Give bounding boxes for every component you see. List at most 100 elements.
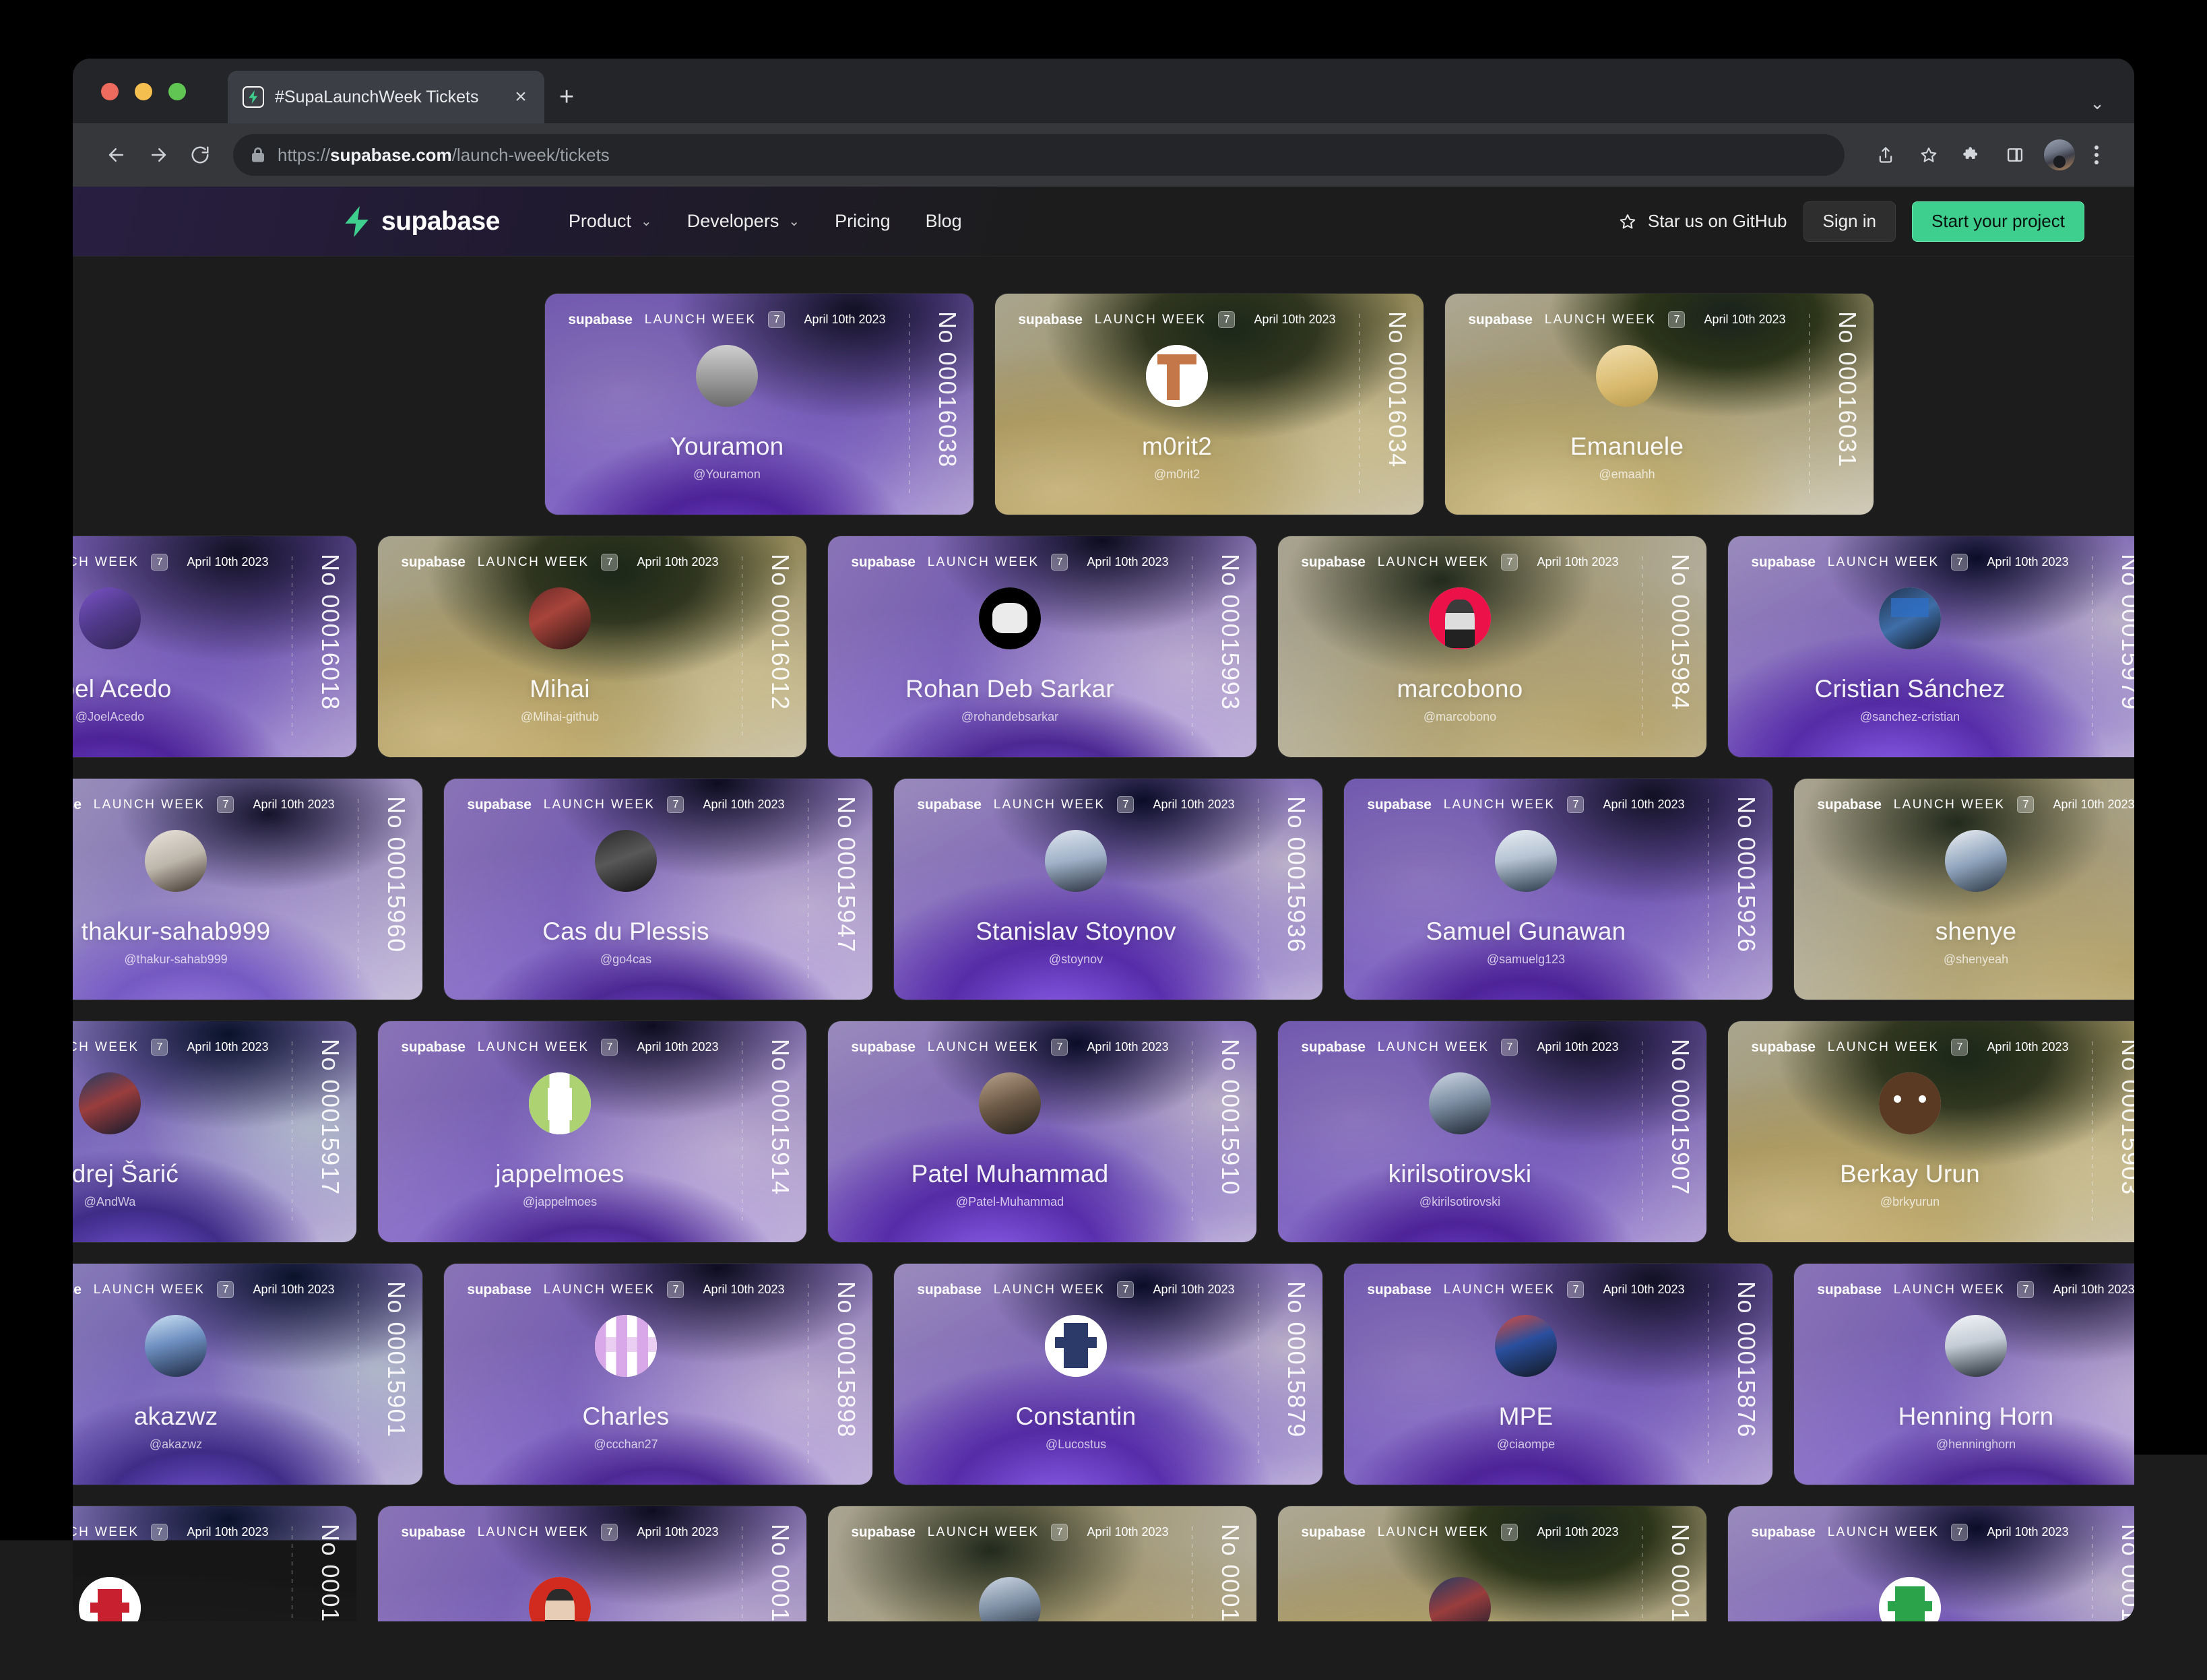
ticket-user-name: Cristian Sánchez bbox=[1815, 676, 2006, 701]
new-tab-button[interactable]: + bbox=[559, 84, 574, 110]
nav-right-actions: Star us on GitHub Sign in Start your pro… bbox=[1618, 201, 2084, 242]
ticket-user-handle: @brkyurun bbox=[1880, 1195, 1940, 1209]
ticket-body: Henning Horn @henninghorn bbox=[1794, 1264, 2134, 1485]
avatar bbox=[1495, 1315, 1557, 1377]
minimize-window-button[interactable] bbox=[135, 83, 152, 100]
ticket-body: Youramon @Youramon bbox=[545, 294, 909, 515]
ticket-body: Emanuele @emaahh bbox=[1445, 294, 1809, 515]
ticket-number: No 00015947 bbox=[832, 796, 860, 953]
nav-item-pricing[interactable]: Pricing bbox=[817, 211, 908, 232]
ticket-number: No 0001 bbox=[2116, 1524, 2134, 1621]
ticket-user-name: Henning Horn bbox=[1898, 1404, 2054, 1429]
ticket-user-handle: @akazwz bbox=[150, 1437, 202, 1452]
avatar bbox=[79, 587, 141, 649]
ticket-card[interactable]: supabaseLAUNCH WEEK7April 10th 2023No 00… bbox=[827, 1506, 1257, 1621]
url-text: https://supabase.com/launch-week/tickets bbox=[278, 145, 610, 166]
reload-icon[interactable] bbox=[179, 134, 221, 176]
ticket-card[interactable]: supabaseLAUNCH WEEK7April 10th 2023akazw… bbox=[73, 1263, 423, 1485]
ticket-card[interactable]: supabaseLAUNCH WEEK7April 10th 2023No 00… bbox=[377, 1506, 807, 1621]
back-arrow-icon[interactable] bbox=[96, 134, 137, 176]
ticket-card[interactable]: supabase LAUNCH WEEK 7 April 10th 2023 Crist… bbox=[1727, 536, 2134, 758]
address-bar[interactable]: https://supabase.com/launch-week/tickets bbox=[233, 134, 1845, 176]
maximize-window-button[interactable] bbox=[168, 83, 186, 100]
browser-tab[interactable]: #SupaLaunchWeek Tickets × bbox=[228, 71, 544, 123]
ticket-stub: No 00015926 bbox=[1708, 779, 1772, 1000]
ticket-user-handle: @Youramon bbox=[693, 467, 761, 482]
share-icon[interactable] bbox=[1866, 135, 1905, 174]
tab-list-chevron-down-icon[interactable]: ⌄ bbox=[2090, 93, 2105, 114]
ticket-user-name: Emanuele bbox=[1570, 434, 1684, 459]
ticket-user-name: kirilsotirovski bbox=[1388, 1161, 1532, 1186]
nav-item-label: Blog bbox=[926, 211, 962, 232]
ticket-card[interactable]: supabase LAUNCH WEEK 7 April 10th 2023 Patel… bbox=[827, 1021, 1257, 1243]
ticket-stub: No 00015947 bbox=[808, 779, 872, 1000]
ticket-user-name: thakur-sahab999 bbox=[82, 919, 271, 944]
close-window-button[interactable] bbox=[101, 83, 119, 100]
ticket-card[interactable]: supabase LAUNCH WEEK 7 April 10th 2023 Stani… bbox=[893, 778, 1323, 1000]
nav-links: Product ⌄ Developers ⌄ Pricing Blog bbox=[551, 211, 980, 232]
ticket-stub: No 00015901 bbox=[358, 1264, 422, 1485]
ticket-body: shenye @shenyeah bbox=[1794, 779, 2134, 1000]
star-github-label: Star us on GitHub bbox=[1648, 211, 1787, 232]
ticket-card[interactable]: supabaseLAUNCH WEEK7April 10th 2023No 00… bbox=[73, 1506, 357, 1621]
ticket-card[interactable]: supabase LAUNCH WEEK 7 April 10th 2023 Charl… bbox=[443, 1263, 873, 1485]
ticket-card[interactable]: supabaseLAUNCH WEEK7April 10th 2023No 00… bbox=[1277, 1506, 1707, 1621]
ticket-number: No 00015979 bbox=[2116, 554, 2134, 711]
close-tab-icon[interactable]: × bbox=[509, 87, 532, 107]
side-panel-icon[interactable] bbox=[1995, 135, 2035, 174]
chevron-down-icon: ⌄ bbox=[641, 213, 652, 230]
ticket-row: supabaseLAUNCH WEEK7April 10th 2023Andre… bbox=[73, 1021, 2134, 1243]
avatar bbox=[1146, 345, 1208, 407]
ticket-card[interactable]: supabase LAUNCH WEEK 7 April 10th 2023 Samue… bbox=[1343, 778, 1773, 1000]
ticket-card[interactable]: supabase LAUNCH WEEK 7 April 10th 2023 Emanu… bbox=[1444, 293, 1874, 515]
nav-item-product[interactable]: Product ⌄ bbox=[551, 211, 670, 232]
ticket-card[interactable]: supabase LAUNCH WEEK 7 April 10th 2023 MPE @c… bbox=[1343, 1263, 1773, 1485]
ticket-card[interactable]: supabase LAUNCH WEEK 7 April 10th 2023 kiril… bbox=[1277, 1021, 1707, 1243]
ticket-user-handle: @kirilsotirovski bbox=[1419, 1195, 1500, 1209]
ticket-card[interactable]: supabase LAUNCH WEEK 7 April 10th 2023 Cas d… bbox=[443, 778, 873, 1000]
ticket-card[interactable]: supabase LAUNCH WEEK 7 April 10th 2023 m0rit… bbox=[994, 293, 1424, 515]
star-us-on-github-link[interactable]: Star us on GitHub bbox=[1618, 211, 1787, 232]
star-icon bbox=[1618, 212, 1637, 231]
desktop-background: #SupaLaunchWeek Tickets × + ⌄ https://su… bbox=[0, 0, 2207, 1680]
ticket-card[interactable]: supabase LAUNCH WEEK 7 April 10th 2023 Rohan… bbox=[827, 536, 1257, 758]
ticket-card[interactable]: supabase LAUNCH WEEK 7 April 10th 2023 marco… bbox=[1277, 536, 1707, 758]
ticket-number: No 00015993 bbox=[1216, 554, 1244, 711]
ticket-user-name: Patel Muhammad bbox=[911, 1161, 1109, 1186]
ticket-card[interactable]: supabase LAUNCH WEEK 7 April 10th 2023 Const… bbox=[893, 1263, 1323, 1485]
forward-arrow-icon[interactable] bbox=[137, 134, 179, 176]
ticket-card[interactable]: supabase LAUNCH WEEK 7 April 10th 2023 Youra… bbox=[544, 293, 974, 515]
supabase-brand[interactable]: supabase bbox=[345, 206, 500, 237]
avatar bbox=[1945, 830, 2007, 892]
ticket-number: No 00016034 bbox=[1383, 311, 1411, 468]
bookmark-star-icon[interactable] bbox=[1909, 135, 1948, 174]
nav-item-blog[interactable]: Blog bbox=[908, 211, 980, 232]
browser-menu-icon[interactable] bbox=[2082, 146, 2111, 164]
ticket-stub: No 00016031 bbox=[1809, 294, 1874, 515]
start-your-project-button[interactable]: Start your project bbox=[1912, 201, 2084, 242]
browser-tab-strip: #SupaLaunchWeek Tickets × + ⌄ bbox=[73, 59, 2134, 123]
ticket-card[interactable]: supabaseLAUNCH WEEK7April 10th 2023No 00… bbox=[1727, 1506, 2134, 1621]
extensions-puzzle-icon[interactable] bbox=[1952, 135, 1991, 174]
ticket-card[interactable]: supabaseLAUNCH WEEK7April 10th 2023Joel … bbox=[73, 536, 357, 758]
ticket-number: No 00015901 bbox=[382, 1281, 410, 1438]
profile-avatar[interactable] bbox=[2044, 139, 2075, 170]
ticket-row: supabaseLAUNCH WEEK7April 10th 2023akazw… bbox=[73, 1263, 2134, 1485]
ticket-card[interactable]: supabase LAUNCH WEEK 7 April 10th 2023 jappe… bbox=[377, 1021, 807, 1243]
ticket-card[interactable]: supabase LAUNCH WEEK 7 April 10th 2023 Henni… bbox=[1793, 1263, 2134, 1485]
nav-item-developers[interactable]: Developers ⌄ bbox=[670, 211, 817, 232]
perforation-divider bbox=[1359, 314, 1360, 494]
ticket-stub: No 00015879 bbox=[1258, 1264, 1322, 1485]
ticket-card[interactable]: supabase LAUNCH WEEK 7 April 10th 2023 Berka… bbox=[1727, 1021, 2134, 1243]
ticket-stub: No 00016012 bbox=[742, 536, 806, 757]
sign-in-button[interactable]: Sign in bbox=[1803, 201, 1896, 242]
avatar bbox=[79, 1072, 141, 1134]
ticket-card[interactable]: supabaseLAUNCH WEEK7April 10th 2023thaku… bbox=[73, 778, 423, 1000]
ticket-card[interactable]: supabase LAUNCH WEEK 7 April 10th 2023 sheny… bbox=[1793, 778, 2134, 1000]
ticket-card[interactable]: supabaseLAUNCH WEEK7April 10th 2023Andre… bbox=[73, 1021, 357, 1243]
ticket-row: supabaseLAUNCH WEEK7April 10th 2023Joel … bbox=[73, 536, 2134, 758]
url-scheme: https:// bbox=[278, 145, 330, 165]
ticket-card[interactable]: supabase LAUNCH WEEK 7 April 10th 2023 Mihai… bbox=[377, 536, 807, 758]
ticket-body: marcobono @marcobono bbox=[1278, 536, 1642, 757]
ticket-number: No 00016031 bbox=[1833, 311, 1861, 468]
